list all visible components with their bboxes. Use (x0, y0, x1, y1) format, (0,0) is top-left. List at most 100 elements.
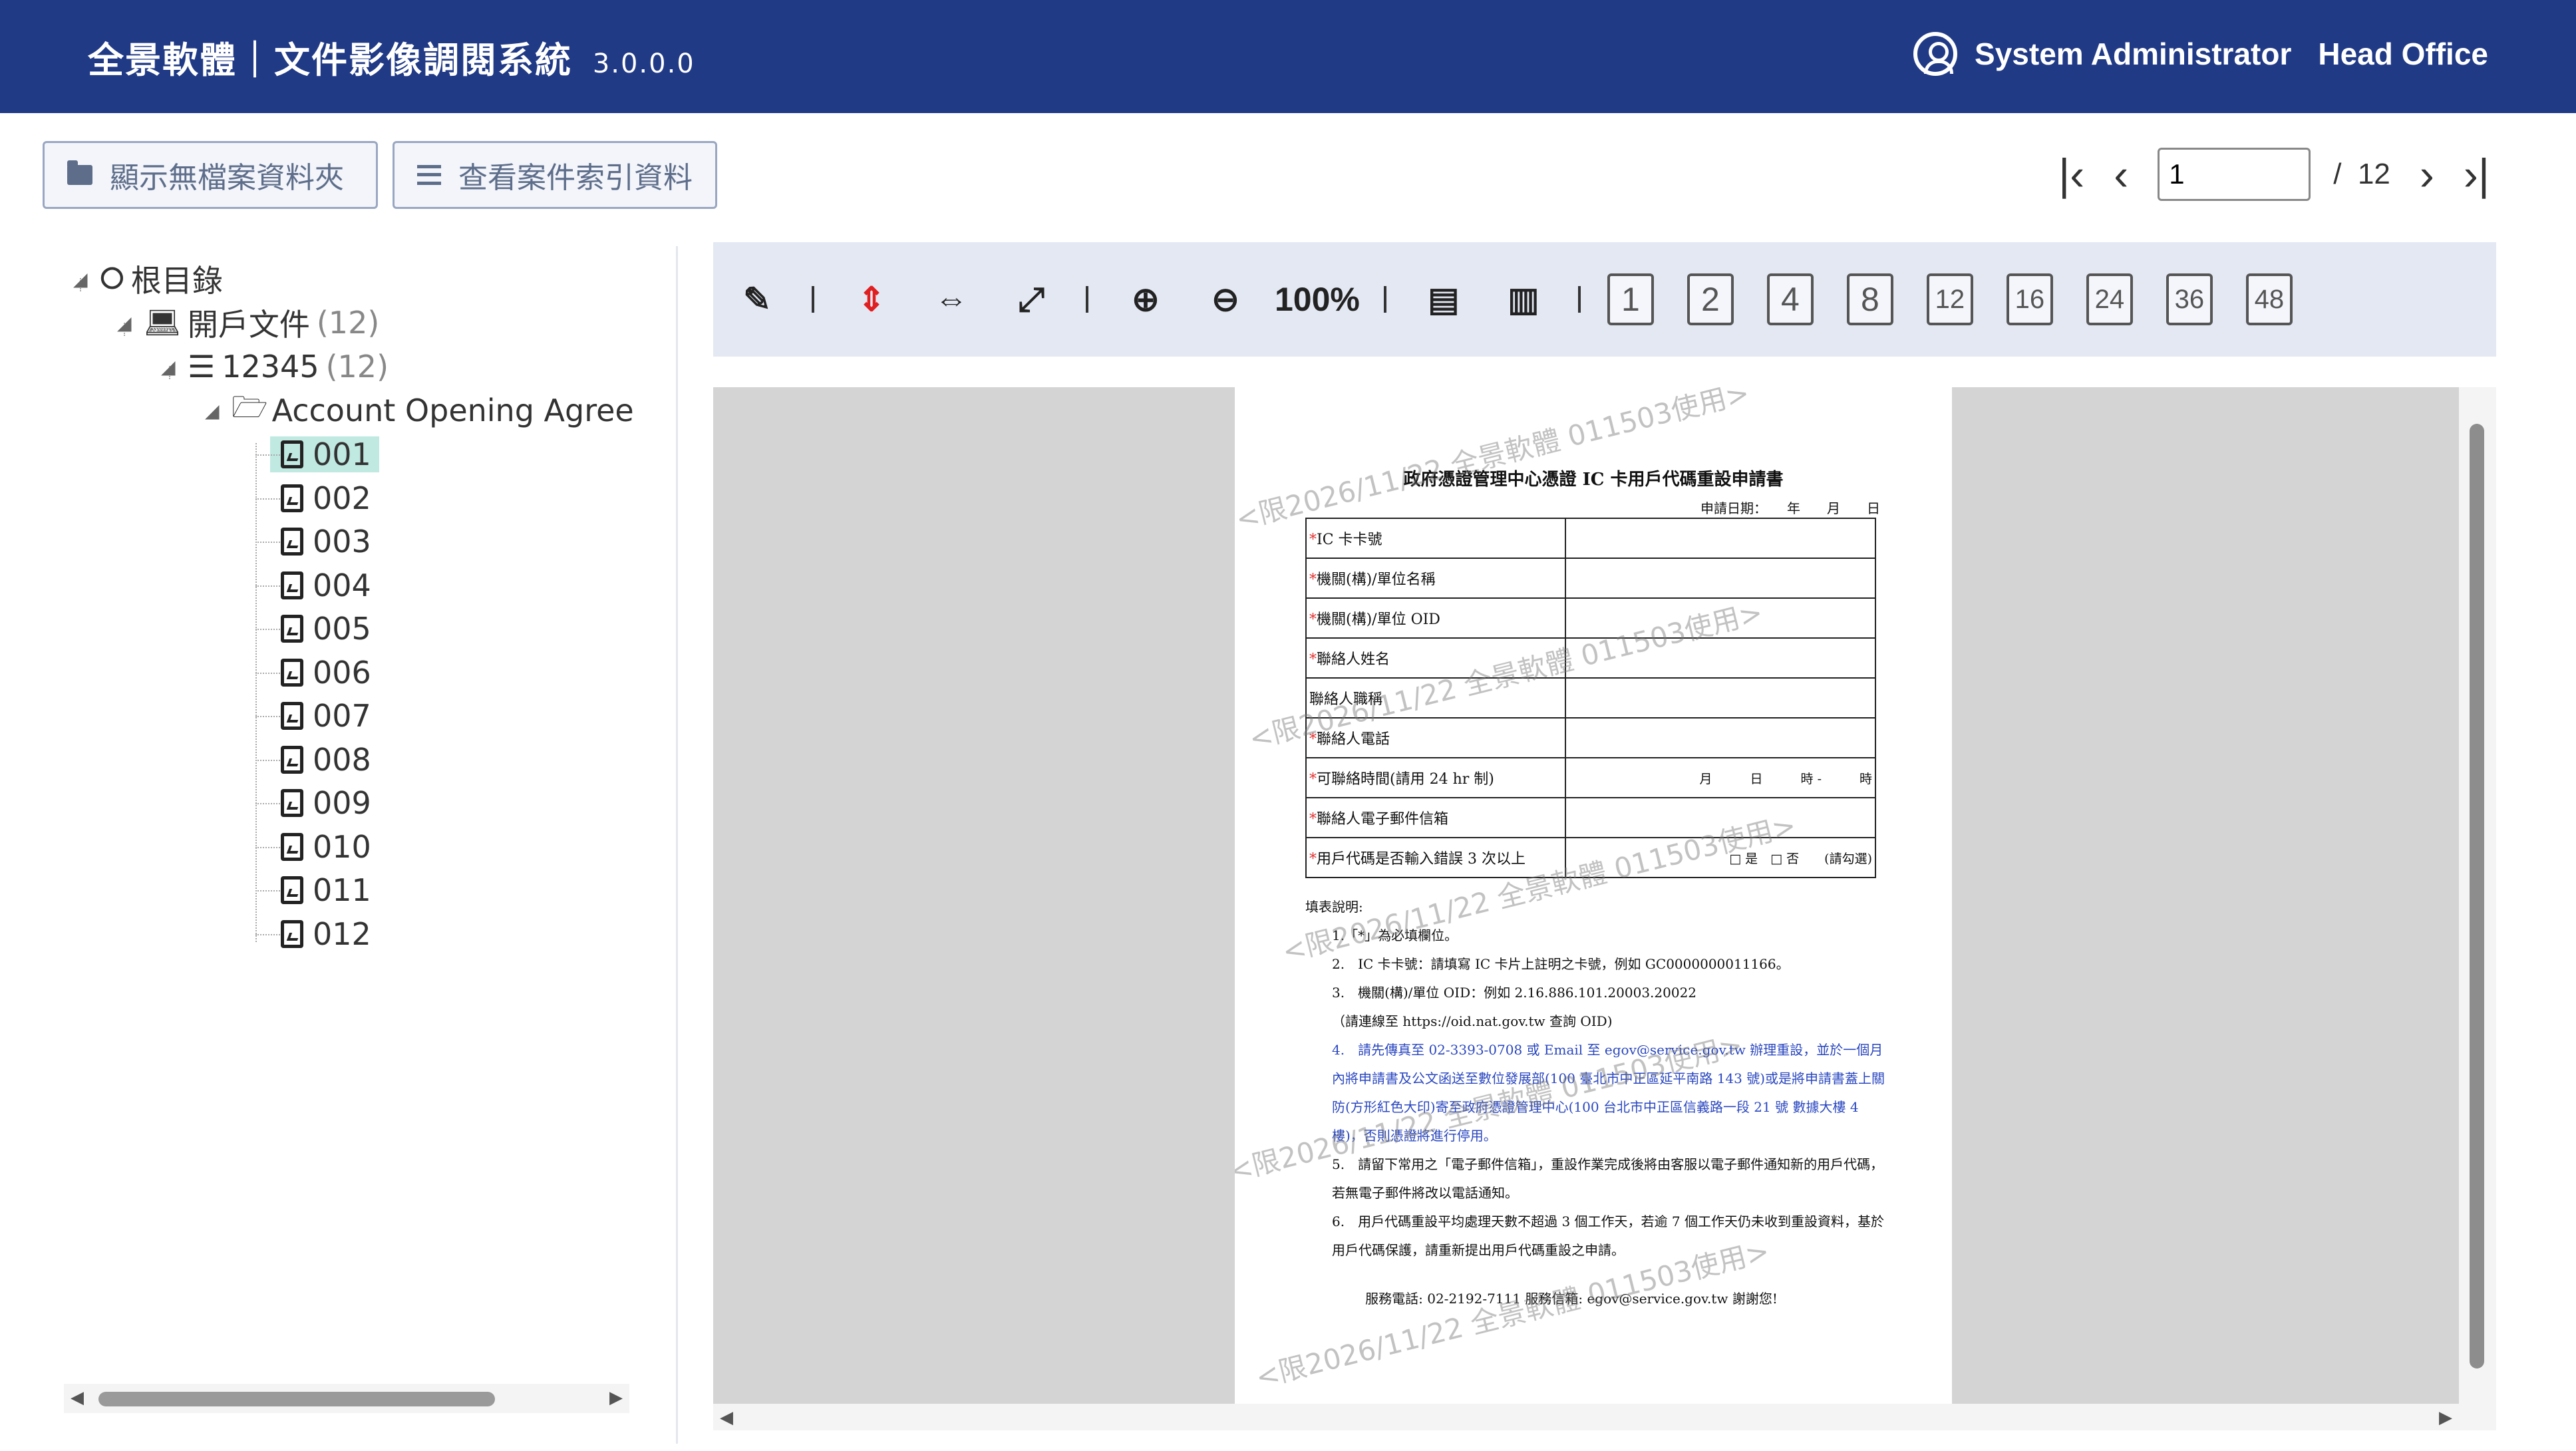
collapse-icon[interactable]: ◢ (117, 312, 144, 334)
form-value: 月 日 時 - 時 (1565, 757, 1876, 798)
folder-open-icon: 🗁 (232, 390, 268, 424)
document-page: 政府憑證管理中心憑證 IC 卡用戶代碼重設申請書 申請日期： 年 月 日 *IC… (1235, 387, 1952, 1404)
scroll-right-icon[interactable]: ▶ (2439, 1408, 2452, 1428)
tree-file-item[interactable]: 007 (255, 694, 371, 738)
tree-file-label: 003 (313, 524, 371, 560)
scrollbar-thumb[interactable] (98, 1392, 495, 1406)
image-file-icon (281, 484, 303, 512)
last-page-icon[interactable]: ›| (2464, 152, 2490, 196)
folder-icon (67, 160, 92, 185)
tree-file-item[interactable]: 003 (255, 520, 371, 564)
scroll-left-icon[interactable]: ◀ (720, 1408, 733, 1428)
form-value (1565, 677, 1876, 719)
scroll-right-icon[interactable]: ▶ (609, 1388, 623, 1408)
user-name[interactable]: System Administrator (1975, 36, 2291, 72)
pages-per-view-1-button[interactable]: 1 (1607, 273, 1654, 325)
zoom-level: 100% (1275, 281, 1360, 318)
layers-icon: ⭘ (100, 260, 124, 296)
pages-per-view-24-button[interactable]: 24 (2086, 273, 2133, 325)
form-label: 聯絡人姓名 (1317, 651, 1390, 668)
collapse-icon[interactable]: ◢ (73, 268, 100, 290)
tree-file-item[interactable]: 004 (255, 564, 371, 607)
image-file-icon (281, 789, 303, 817)
tree-file-item[interactable]: 008 (255, 738, 371, 782)
pages-per-view-4-button[interactable]: 4 (1766, 273, 1814, 325)
form-label: IC 卡卡號 (1317, 532, 1382, 548)
tree-file-label: 005 (313, 611, 371, 647)
list-icon: ☰ (188, 349, 216, 385)
tree-node-account-opening[interactable]: ◢ 🗁 Account Opening Agree (205, 389, 634, 432)
tree-file-item[interactable]: 005 (255, 607, 371, 651)
tree-file-label: 010 (313, 828, 371, 865)
pane-divider[interactable] (676, 246, 678, 1444)
tree-node-account-docs[interactable]: ◢ 💻︎ 開戶文件 (12) (117, 301, 379, 345)
collapse-icon[interactable]: ◢ (205, 400, 232, 422)
scroll-left-icon[interactable]: ◀ (71, 1388, 84, 1408)
tree-file-item[interactable]: 010 (255, 825, 371, 869)
laptop-icon: 💻︎ (144, 306, 181, 340)
tree-node-count: (12) (325, 349, 389, 385)
collapse-icon[interactable]: ◢ (161, 356, 188, 378)
form-value (1565, 518, 1876, 559)
fit-height-icon[interactable]: ⇕ (841, 269, 902, 329)
form-label: 聯絡人電子郵件信箱 (1317, 811, 1449, 828)
form-label: 可聯絡時間(請用 24 hr 制) (1317, 771, 1494, 788)
pages-per-view-36-button[interactable]: 36 (2166, 273, 2213, 325)
page-number-input[interactable] (2158, 148, 2311, 201)
pages-per-view-48-button[interactable]: 48 (2245, 273, 2293, 325)
tree-file-item[interactable]: 009 (255, 781, 371, 825)
image-file-icon (281, 528, 303, 556)
document-viewer[interactable]: 政府憑證管理中心憑證 IC 卡用戶代碼重設申請書 申請日期： 年 月 日 *IC… (713, 387, 2496, 1430)
tree-file-item[interactable]: 011 (255, 868, 371, 912)
view-case-index-button[interactable]: 查看案件索引資料 (393, 141, 717, 209)
tree-horizontal-scrollbar[interactable]: ◀ ▶ (64, 1384, 629, 1413)
viewer-toolbar: ✎ ⇕ ⇔ ⤢ ⊕ ⊖ 100% ▤ ▥ 1 2 4 8 12 16 24 36 48 (713, 242, 2496, 357)
watermark: <限2026/11/22 全景軟體 011503使用> (1235, 387, 1753, 536)
required-mark: * (1309, 771, 1317, 788)
form-label: 機關(構)/單位名稱 (1317, 571, 1436, 588)
first-page-icon[interactable]: |‹ (2058, 152, 2084, 196)
tree-file-label: 007 (313, 698, 371, 734)
scrollbar-thumb[interactable] (2470, 424, 2484, 1369)
note-item: （請連線至 https://oid.nat.gov.tw 查詢 OID) (1332, 1013, 1613, 1029)
show-empty-folders-label: 顯示無檔案資料夾 (110, 161, 344, 195)
flip-page-icon[interactable]: ▥ (1493, 269, 1554, 329)
annotate-icon[interactable]: ✎ (726, 269, 788, 329)
tree-node-label: 12345 (222, 349, 319, 385)
tree-node-label: Account Opening Agree (271, 393, 634, 428)
tree-file-item[interactable]: 001 (255, 432, 379, 476)
tree-file-item[interactable]: 012 (255, 912, 371, 956)
app-title-text: 全景軟體｜文件影像調閱系統 (88, 39, 572, 81)
note-item: 2. IC 卡卡號：請填寫 IC 卡片上註明之卡號，例如 GC000000001… (1332, 956, 1790, 972)
rotate-page-icon[interactable]: ▤ (1413, 269, 1474, 329)
viewer-vertical-scrollbar[interactable] (2459, 387, 2496, 1404)
list-icon (417, 165, 441, 185)
form-row: *IC 卡卡號 (1305, 518, 1876, 559)
pages-per-view-16-button[interactable]: 16 (2006, 273, 2053, 325)
user-icon[interactable] (1913, 32, 1958, 76)
image-file-icon (281, 919, 303, 948)
next-page-icon[interactable]: › (2420, 152, 2434, 196)
form-row: *聯絡人電話 (1305, 717, 1876, 758)
tree-node-count: (12) (316, 305, 380, 341)
pages-per-view-2-button[interactable]: 2 (1687, 273, 1734, 325)
zoom-in-icon[interactable]: ⊕ (1115, 269, 1176, 329)
form-value (1565, 717, 1876, 758)
pager: |‹ ‹ / 12 › ›| (2058, 148, 2490, 201)
page-total: / 12 (2333, 158, 2390, 191)
required-mark: * (1309, 532, 1317, 548)
zoom-out-icon[interactable]: ⊖ (1195, 269, 1256, 329)
fit-width-icon[interactable]: ⇔ (921, 269, 982, 329)
show-empty-folders-button[interactable]: 顯示無檔案資料夾 (43, 141, 378, 209)
tree-node-12345[interactable]: ◢ ☰ 12345 (12) (161, 345, 389, 389)
tree-file-item[interactable]: 002 (255, 476, 371, 520)
image-file-icon (281, 571, 303, 599)
viewer-horizontal-scrollbar[interactable]: ◀ ▶ (713, 1404, 2496, 1430)
required-mark: * (1309, 611, 1317, 628)
prev-page-icon[interactable]: ‹ (2114, 152, 2128, 196)
pages-per-view-8-button[interactable]: 8 (1846, 273, 1893, 325)
tree-file-item[interactable]: 006 (255, 651, 371, 695)
tree-root[interactable]: ◢ ⭘ 根目錄 (73, 257, 223, 301)
pages-per-view-12-button[interactable]: 12 (1926, 273, 1973, 325)
fit-page-icon[interactable]: ⤢ (1001, 269, 1062, 329)
